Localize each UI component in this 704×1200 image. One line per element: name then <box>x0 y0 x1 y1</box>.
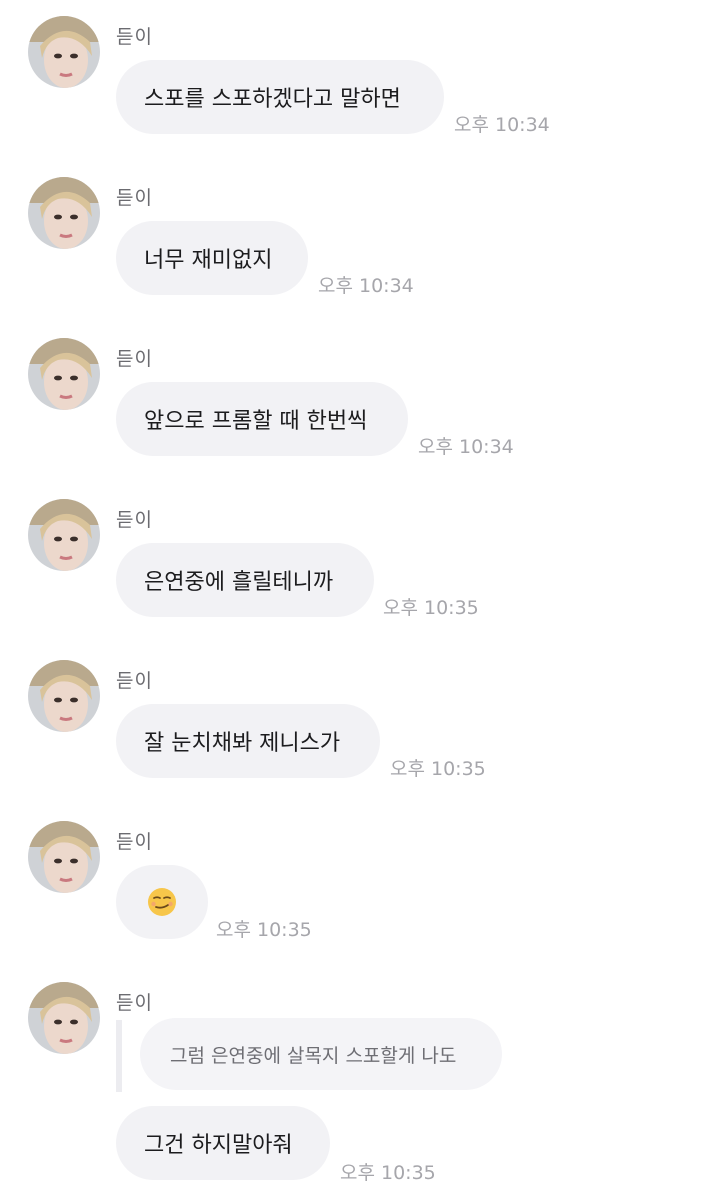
avatar[interactable] <box>28 660 100 732</box>
message-time: 오후 10:35 <box>216 919 312 941</box>
avatar-photo <box>28 338 100 410</box>
message-bubble[interactable]: 잘 눈치채봐 제니스가 <box>116 704 380 778</box>
message-time: 오후 10:34 <box>454 114 550 136</box>
message-bubble[interactable] <box>116 865 208 939</box>
sender-name: 듣이 <box>116 509 153 531</box>
chat-message: 듣이 스포를 스포하겠다고 말하면 오후 10:34 <box>0 16 704 146</box>
avatar-photo <box>28 16 100 88</box>
message-time: 오후 10:35 <box>390 758 486 780</box>
reply-indicator-bar <box>116 1020 122 1092</box>
message-bubble[interactable]: 앞으로 프롬할 때 한번씩 <box>116 382 408 456</box>
avatar[interactable] <box>28 338 100 410</box>
message-bubble[interactable]: 스포를 스포하겠다고 말하면 <box>116 60 444 134</box>
avatar[interactable] <box>28 499 100 571</box>
avatar-photo <box>28 660 100 732</box>
message-time: 오후 10:34 <box>318 275 414 297</box>
sender-name: 듣이 <box>116 831 153 853</box>
sender-name: 듣이 <box>116 187 153 209</box>
chat-message: 듣이 그럼 은연중에 살목지 스포할게 나도 그건 하지말아줘 오후 10:35 <box>0 982 704 1192</box>
chat-message: 듣이 너무 재미없지 오후 10:34 <box>0 177 704 307</box>
quoted-reply[interactable]: 그럼 은연중에 살목지 스포할게 나도 <box>140 1018 502 1090</box>
message-bubble[interactable]: 은연중에 흘릴테니까 <box>116 543 374 617</box>
avatar-photo <box>28 177 100 249</box>
sender-name: 듣이 <box>116 992 153 1014</box>
message-bubble[interactable]: 그건 하지말아줘 <box>116 1106 330 1180</box>
chat-message: 듣이 잘 눈치채봐 제니스가 오후 10:35 <box>0 660 704 790</box>
message-time: 오후 10:34 <box>418 436 514 458</box>
message-bubble[interactable]: 너무 재미없지 <box>116 221 308 295</box>
message-time: 오후 10:35 <box>340 1162 436 1184</box>
chat-message: 듣이 오후 10:35 <box>0 821 704 951</box>
avatar[interactable] <box>28 982 100 1054</box>
chat-message: 듣이 은연중에 흘릴테니까 오후 10:35 <box>0 499 704 629</box>
avatar[interactable] <box>28 177 100 249</box>
avatar-photo <box>28 499 100 571</box>
avatar[interactable] <box>28 16 100 88</box>
smirking-face-icon <box>148 888 176 916</box>
avatar-photo <box>28 821 100 893</box>
avatar[interactable] <box>28 821 100 893</box>
sender-name: 듣이 <box>116 348 153 370</box>
avatar-photo <box>28 982 100 1054</box>
sender-name: 듣이 <box>116 670 153 692</box>
sender-name: 듣이 <box>116 26 153 48</box>
chat-message: 듣이 앞으로 프롬할 때 한번씩 오후 10:34 <box>0 338 704 468</box>
message-time: 오후 10:35 <box>383 597 479 619</box>
